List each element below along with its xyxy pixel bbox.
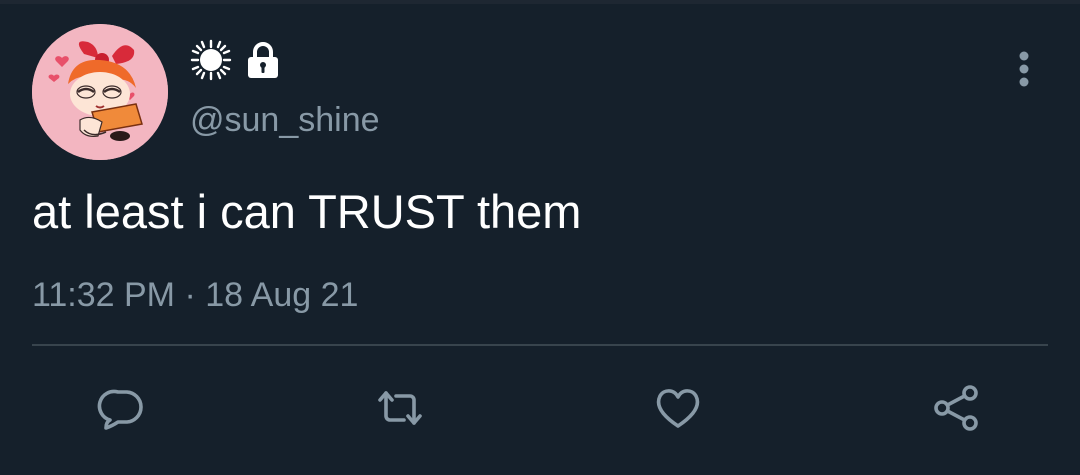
share-icon: [934, 385, 978, 431]
top-divider: [0, 0, 1080, 4]
like-heart-icon: [656, 389, 700, 428]
tweet-timestamp[interactable]: 11:32 PM · 18 Aug 21: [32, 272, 358, 318]
tweet-date: 18 Aug 21: [205, 276, 359, 314]
tweet-time: 11:32 PM: [32, 276, 176, 314]
display-name[interactable]: [190, 39, 280, 81]
avatar-image: [32, 24, 168, 160]
divider: [32, 344, 1048, 346]
meta-separator: ·: [184, 276, 196, 314]
reply-button[interactable]: [94, 380, 150, 436]
tweet-text: at least i can TRUST them: [32, 185, 582, 238]
avatar[interactable]: [32, 24, 168, 160]
retweet-button[interactable]: [372, 380, 428, 436]
lock-icon: [248, 42, 278, 78]
retweet-icon: [378, 391, 422, 425]
reply-icon: [97, 389, 143, 430]
like-button[interactable]: [650, 380, 706, 436]
sun-glyph-icon: [190, 39, 232, 81]
share-button[interactable]: [928, 380, 984, 436]
user-handle[interactable]: @sun_shine: [190, 100, 380, 140]
vertical-dots-icon[interactable]: [1008, 50, 1040, 90]
